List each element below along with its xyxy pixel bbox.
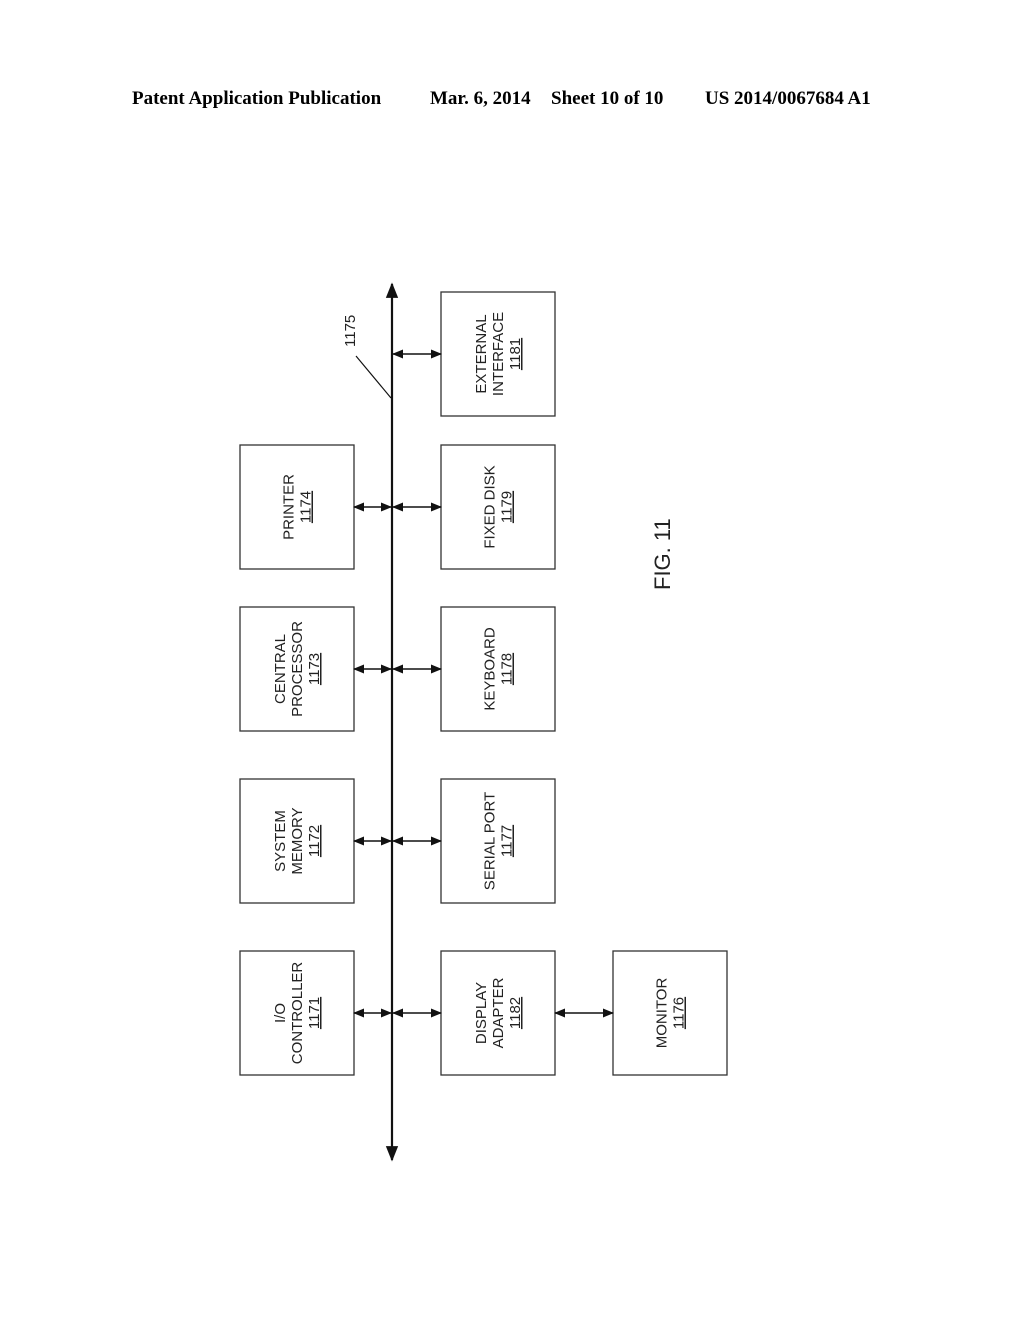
bus-leader-line (355, 355, 392, 399)
block-system-memory: SYSTEM MEMORY 1172 (239, 778, 355, 904)
block-fixed-disk: FIXED DISK 1179 (440, 444, 556, 570)
block-label: PROCESSOR (289, 621, 306, 717)
block-ref-number: 1178 (499, 653, 516, 685)
bus-ref-label: 1175 (342, 315, 359, 347)
block-label: ADAPTER (490, 977, 507, 1048)
figure-label: FIG. 11 (650, 518, 675, 590)
block-ref-number: 1173 (306, 653, 323, 685)
block-keyboard: KEYBOARD 1178 (440, 606, 556, 732)
block-label: CONTROLLER (289, 962, 306, 1065)
block-printer: PRINTER 1174 (239, 444, 355, 570)
block-diagram: 1175 PRINTER 1174 CENTRAL PROCESSOR 1173 SYST… (239, 282, 728, 1162)
block-label: I/O (272, 1003, 289, 1023)
block-label: MEMORY (289, 807, 306, 874)
block-label: PRINTER (281, 474, 298, 540)
block-label: CENTRAL (272, 634, 289, 704)
block-label: FIXED DISK (482, 465, 499, 548)
block-central-processor: CENTRAL PROCESSOR 1173 (239, 606, 355, 732)
block-ref-number: 1171 (306, 997, 323, 1029)
block-label: MONITOR (654, 978, 671, 1049)
block-monitor: MONITOR 1176 (612, 950, 728, 1076)
block-external-interface: EXTERNAL INTERFACE 1181 (440, 291, 556, 417)
block-label: EXTERNAL (473, 314, 490, 393)
block-label: SERIAL PORT (482, 792, 499, 890)
block-ref-number: 1179 (499, 491, 516, 523)
block-label: DISPLAY (473, 982, 490, 1044)
block-ref-number: 1172 (306, 825, 323, 857)
block-ref-number: 1182 (507, 997, 524, 1029)
block-label: INTERFACE (490, 312, 507, 396)
block-io-controller: I/O CONTROLLER 1171 (239, 950, 355, 1076)
block-label: KEYBOARD (482, 627, 499, 711)
block-ref-number: 1174 (298, 491, 315, 523)
block-display-adapter: DISPLAY ADAPTER 1182 (440, 950, 556, 1076)
block-label: SYSTEM (272, 810, 289, 872)
block-ref-number: 1176 (671, 997, 688, 1029)
block-serial-port: SERIAL PORT 1177 (440, 778, 556, 904)
block-ref-number: 1181 (507, 338, 524, 370)
block-ref-number: 1177 (499, 825, 516, 857)
